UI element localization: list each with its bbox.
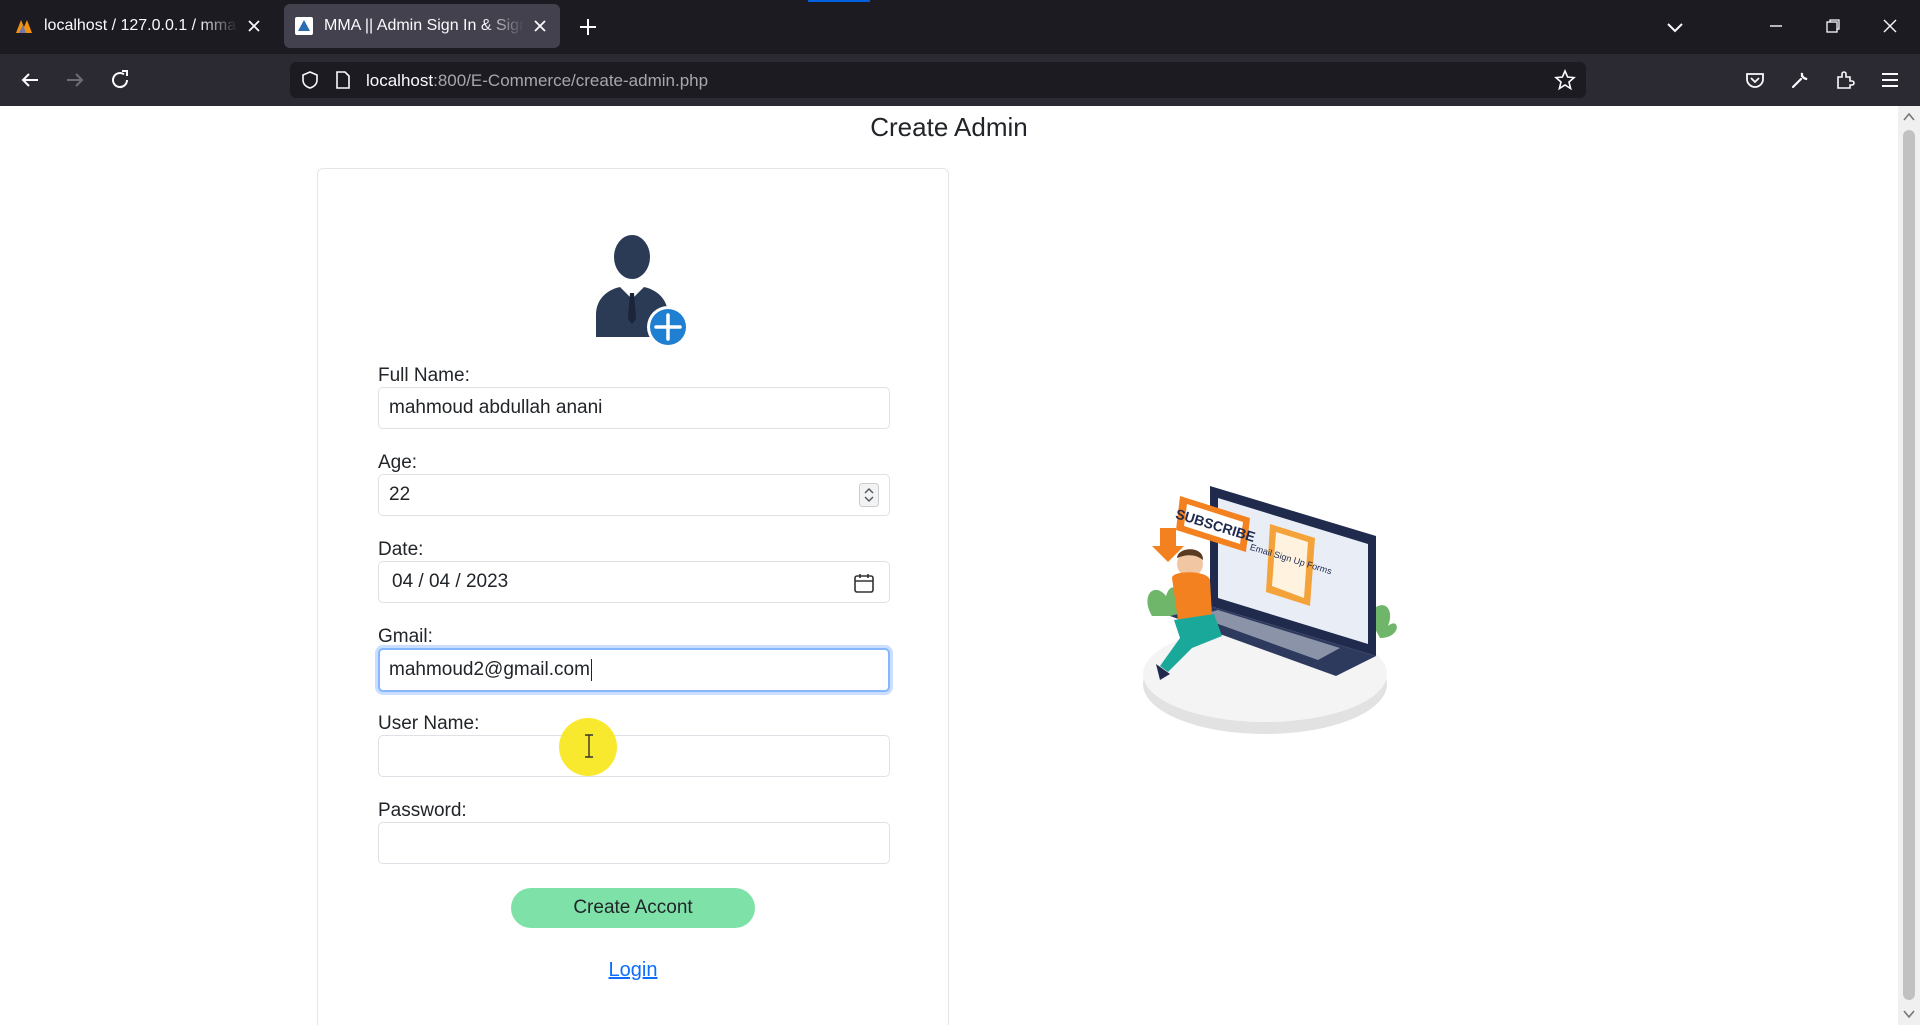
chevron-down-icon[interactable] [1662, 14, 1688, 40]
subscribe-illustration: SUBSCRIBE Email Sign Up Forms [1143, 486, 1397, 734]
back-button[interactable] [16, 66, 44, 94]
forward-button[interactable] [61, 66, 89, 94]
url-text[interactable]: localhost:800/E-Commerce/create-admin.ph… [366, 71, 708, 91]
plus-icon[interactable] [575, 14, 601, 40]
wrench-icon [1791, 72, 1808, 89]
url-bar[interactable]: localhost:800/E-Commerce/create-admin.ph… [290, 62, 1586, 98]
back-icon [21, 73, 38, 87]
gmail-label: Gmail: [378, 626, 433, 647]
restore-button[interactable] [1813, 8, 1853, 44]
extensions-button[interactable] [1831, 66, 1859, 94]
gmail-value: mahmoud2@gmail.com [389, 659, 590, 680]
calendar-icon[interactable] [853, 572, 875, 594]
gmail-input[interactable]: mahmoud2@gmail.com [378, 648, 890, 692]
page-content: Create Admin Full Name: mahmoud abdullah… [0, 106, 1920, 1025]
close-icon[interactable] [530, 16, 550, 36]
window-close-button[interactable] [1870, 8, 1910, 44]
devtools-button[interactable] [1786, 66, 1814, 94]
scroll-down-icon[interactable] [1903, 1009, 1915, 1019]
scroll-up-icon[interactable] [1903, 112, 1915, 122]
menu-icon [1882, 73, 1898, 87]
page-title: Create Admin [870, 112, 1028, 142]
tab-title: localhost / 127.0.0.1 / mma / users [44, 17, 238, 34]
age-input[interactable]: 22 [378, 474, 890, 516]
page-icon[interactable] [334, 70, 352, 90]
navigation-toolbar: localhost:800/E-Commerce/create-admin.ph… [0, 54, 1920, 106]
close-icon [1883, 19, 1897, 33]
star-icon[interactable] [1554, 69, 1576, 91]
password-input[interactable] [378, 822, 890, 864]
scroll-thumb[interactable] [1903, 130, 1915, 1000]
spin-icon[interactable] [859, 483, 879, 507]
forward-icon [67, 73, 84, 87]
age-label: Age: [378, 452, 418, 473]
text-caret [590, 659, 592, 681]
tab-title: MMA || Admin Sign In & Sign Up [324, 17, 524, 34]
reload-icon [112, 70, 129, 89]
username-label: User Name: [378, 713, 480, 734]
date-label: Date: [378, 539, 424, 560]
pocket-button[interactable] [1741, 66, 1769, 94]
tab-strip: localhost / 127.0.0.1 / mma / users MMA … [0, 0, 1920, 54]
age-value: 22 [389, 484, 411, 505]
vertical-scrollbar[interactable] [1898, 106, 1920, 1025]
tab-admin-signin[interactable]: MMA || Admin Sign In & Sign Up [284, 4, 560, 48]
tab-phpmyadmin[interactable]: localhost / 127.0.0.1 / mma / users [4, 4, 274, 48]
text-cursor-icon [585, 734, 593, 758]
restore-icon [1826, 19, 1840, 33]
password-label: Password: [378, 800, 467, 821]
date-input[interactable]: 04 / 04 / 2023 [378, 561, 890, 603]
full-name-value: mahmoud abdullah anani [389, 397, 603, 418]
date-value: 04 / 04 / 2023 [392, 571, 509, 592]
shield-icon[interactable] [300, 70, 320, 90]
create-account-button[interactable]: Create Accont [511, 888, 755, 928]
minimize-button[interactable] [1756, 8, 1796, 44]
pocket-icon [1746, 73, 1764, 88]
reload-button[interactable] [106, 66, 134, 94]
login-link[interactable]: Login [318, 959, 948, 982]
extensions-icon [1837, 71, 1855, 89]
minimize-icon [1770, 25, 1782, 27]
url-path: :800/E-Commerce/create-admin.php [433, 71, 709, 90]
firefox-tab-icon [16, 20, 32, 33]
loading-indicator [808, 0, 870, 2]
create-admin-card: Full Name: mahmoud abdullah anani Age: 2… [317, 168, 949, 1025]
page-favicon [295, 17, 313, 35]
username-input[interactable] [378, 735, 890, 777]
full-name-label: Full Name: [378, 365, 470, 386]
url-host: localhost [366, 71, 434, 90]
menu-button[interactable] [1876, 66, 1904, 94]
add-user-icon [596, 235, 689, 347]
full-name-input[interactable]: mahmoud abdullah anani [378, 387, 890, 429]
close-icon[interactable] [244, 16, 264, 36]
